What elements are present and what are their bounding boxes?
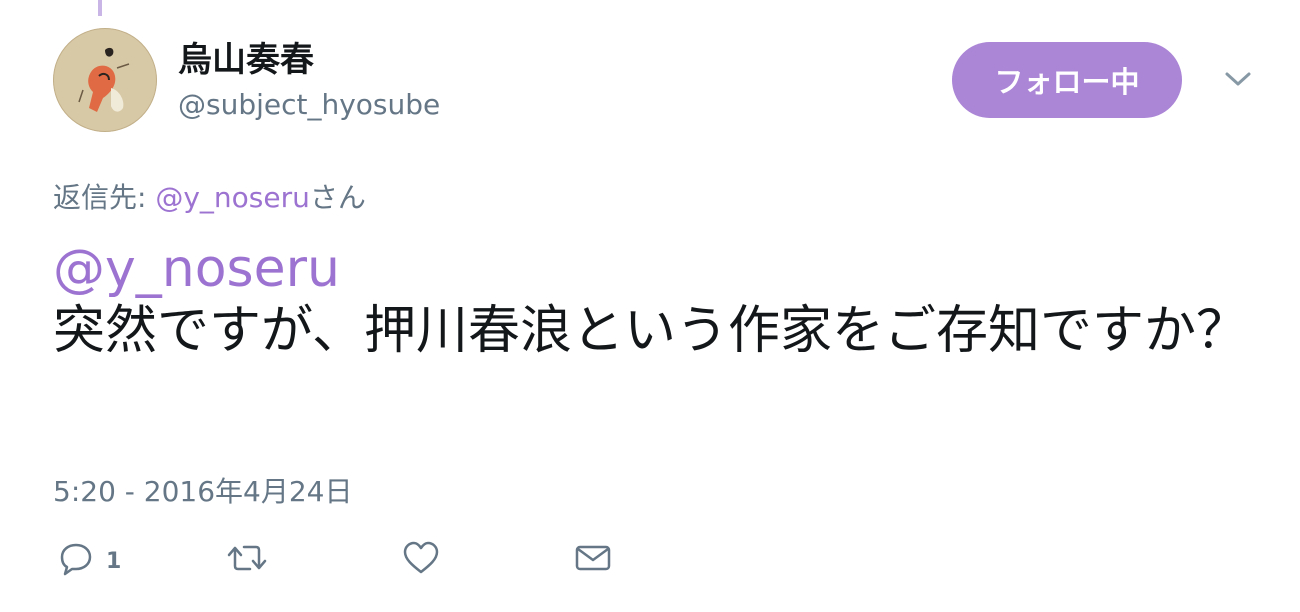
reply-to-suffix: さん bbox=[309, 181, 366, 214]
envelope-icon bbox=[575, 545, 611, 571]
tweet-text: @y_noseru 突然ですが、押川春浪という作家をご存知ですか？ bbox=[53, 238, 1253, 362]
direct-message-button[interactable] bbox=[574, 536, 612, 580]
retweet-button[interactable] bbox=[226, 536, 268, 580]
tweet-mention-link[interactable]: @y_noseru bbox=[53, 238, 1253, 300]
reply-button[interactable]: 1 bbox=[58, 536, 121, 580]
reply-icon bbox=[60, 543, 92, 576]
reply-to-prefix: 返信先: bbox=[53, 181, 156, 214]
chevron-down-icon bbox=[1225, 72, 1251, 86]
tweet-timestamp[interactable]: 5:20 - 2016年4月24日 bbox=[53, 470, 352, 510]
thread-connector-line bbox=[98, 0, 102, 16]
like-button[interactable] bbox=[402, 536, 440, 580]
avatar[interactable] bbox=[53, 28, 157, 132]
heart-icon bbox=[403, 541, 439, 574]
tweet-body: 突然ですが、押川春浪という作家をご存知ですか？ bbox=[53, 301, 1248, 361]
following-button[interactable]: フォロー中 bbox=[952, 42, 1182, 118]
more-options-button[interactable] bbox=[1220, 64, 1256, 94]
user-display-name[interactable]: 烏山奏春 bbox=[178, 32, 314, 81]
user-handle[interactable]: @subject_hyosube bbox=[178, 88, 440, 121]
tweet-actions: 1 bbox=[58, 536, 658, 580]
reply-context: 返信先: @y_noseruさん bbox=[53, 176, 366, 216]
reply-count: 1 bbox=[106, 548, 122, 574]
tweet-card: 烏山奏春 @subject_hyosube フォロー中 返信先: @y_nose… bbox=[0, 0, 1300, 612]
reply-to-username-link[interactable]: @y_noseru bbox=[155, 181, 310, 214]
avatar-image bbox=[53, 28, 157, 132]
retweet-icon bbox=[227, 545, 267, 571]
